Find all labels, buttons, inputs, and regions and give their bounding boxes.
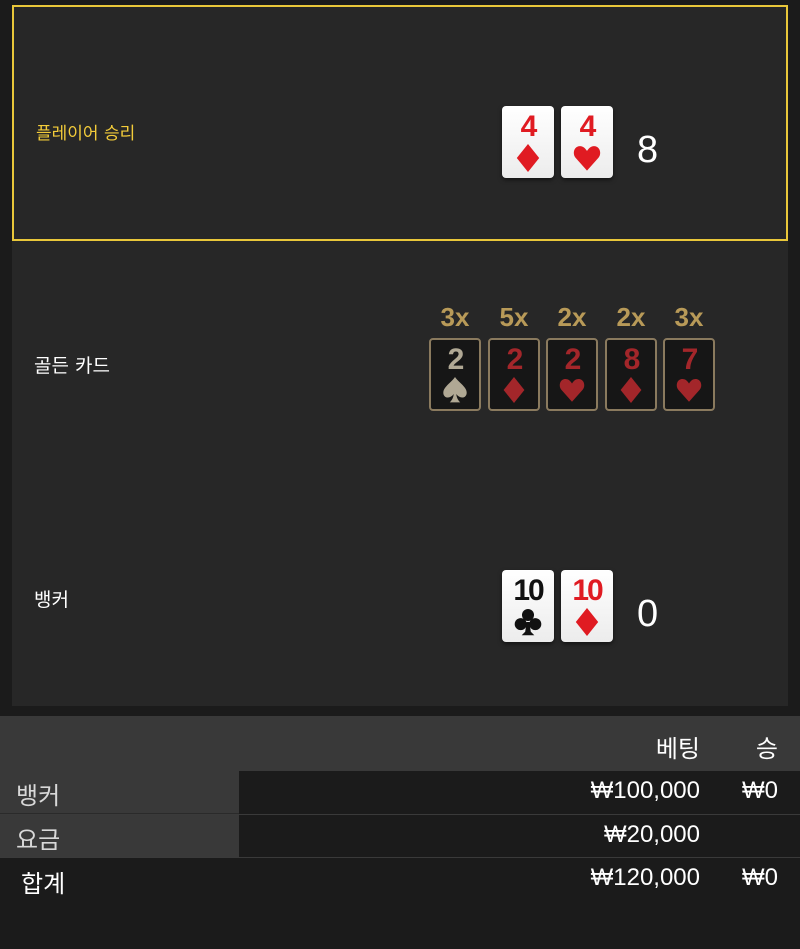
player-result-label: 플레이어 승리 <box>36 124 136 144</box>
bet-column-header: 베팅 <box>655 736 700 763</box>
golden-card-panel: 골든 카드 3x 5x 2x 2x 3x 2 2 2 8 7 <box>12 241 788 479</box>
banker-score: 0 <box>637 593 659 635</box>
spade-icon <box>431 377 479 407</box>
player-score: 8 <box>637 129 659 171</box>
golden-card-3: 2 <box>546 338 598 411</box>
row-bet-amount: ₩100,000 <box>590 777 700 804</box>
row-name-cell: 뱅커 <box>0 771 239 814</box>
total-label: 합계 <box>21 870 66 898</box>
row-value-cell <box>239 771 800 814</box>
golden-card-4: 8 <box>605 338 657 411</box>
card-rank: 10 <box>513 574 544 607</box>
row-name: 요금 <box>16 826 61 854</box>
multiplier-4: 2x <box>616 302 646 332</box>
club-icon <box>502 608 554 638</box>
banker-panel: 뱅커 10 10 0 <box>12 479 788 706</box>
multiplier-1: 3x <box>440 302 470 332</box>
win-column-header: 승 <box>755 736 778 763</box>
banker-card-1: 10 <box>502 570 554 642</box>
golden-card-1: 2 <box>429 338 481 411</box>
card-rank: 4 <box>520 110 538 143</box>
multiplier-5: 3x <box>674 302 704 332</box>
row-name: 뱅커 <box>16 782 61 810</box>
row-win-amount: ₩0 <box>742 777 778 804</box>
row-name-cell: 요금 <box>0 815 239 858</box>
diamond-icon <box>502 144 554 174</box>
card-rank: 10 <box>572 574 603 607</box>
card-rank: 7 <box>681 343 699 376</box>
total-row: 합계 ₩120,000 ₩0 <box>0 857 800 949</box>
diamond-icon <box>490 377 538 407</box>
heart-icon <box>561 144 613 174</box>
multiplier-2: 5x <box>499 302 529 332</box>
heart-icon <box>548 377 596 407</box>
diamond-icon <box>607 377 655 407</box>
player-card-2: 4 <box>561 106 613 178</box>
card-rank: 2 <box>564 343 582 376</box>
card-rank: 2 <box>506 343 524 376</box>
golden-card-5: 7 <box>663 338 715 411</box>
card-rank: 4 <box>579 110 597 143</box>
row-value-cell <box>239 815 800 858</box>
diamond-icon <box>561 608 613 638</box>
golden-card-label: 골든 카드 <box>34 355 110 377</box>
total-bet-amount: ₩120,000 <box>590 864 700 891</box>
table-row: 뱅커 ₩100,000 ₩0 <box>0 771 800 814</box>
row-bet-amount: ₩20,000 <box>603 821 700 848</box>
multiplier-3: 2x <box>557 302 587 332</box>
banker-card-2: 10 <box>561 570 613 642</box>
total-win-amount: ₩0 <box>742 864 778 891</box>
heart-icon <box>665 377 713 407</box>
player-panel: 플레이어 승리 4 4 8 <box>12 5 788 241</box>
card-rank: 8 <box>623 343 641 376</box>
bet-table-header: 베팅 승 <box>0 716 800 771</box>
card-rank: 2 <box>447 343 465 376</box>
golden-card-2: 2 <box>488 338 540 411</box>
table-row: 요금 ₩20,000 <box>0 814 800 858</box>
player-card-1: 4 <box>502 106 554 178</box>
banker-label: 뱅커 <box>34 589 69 611</box>
